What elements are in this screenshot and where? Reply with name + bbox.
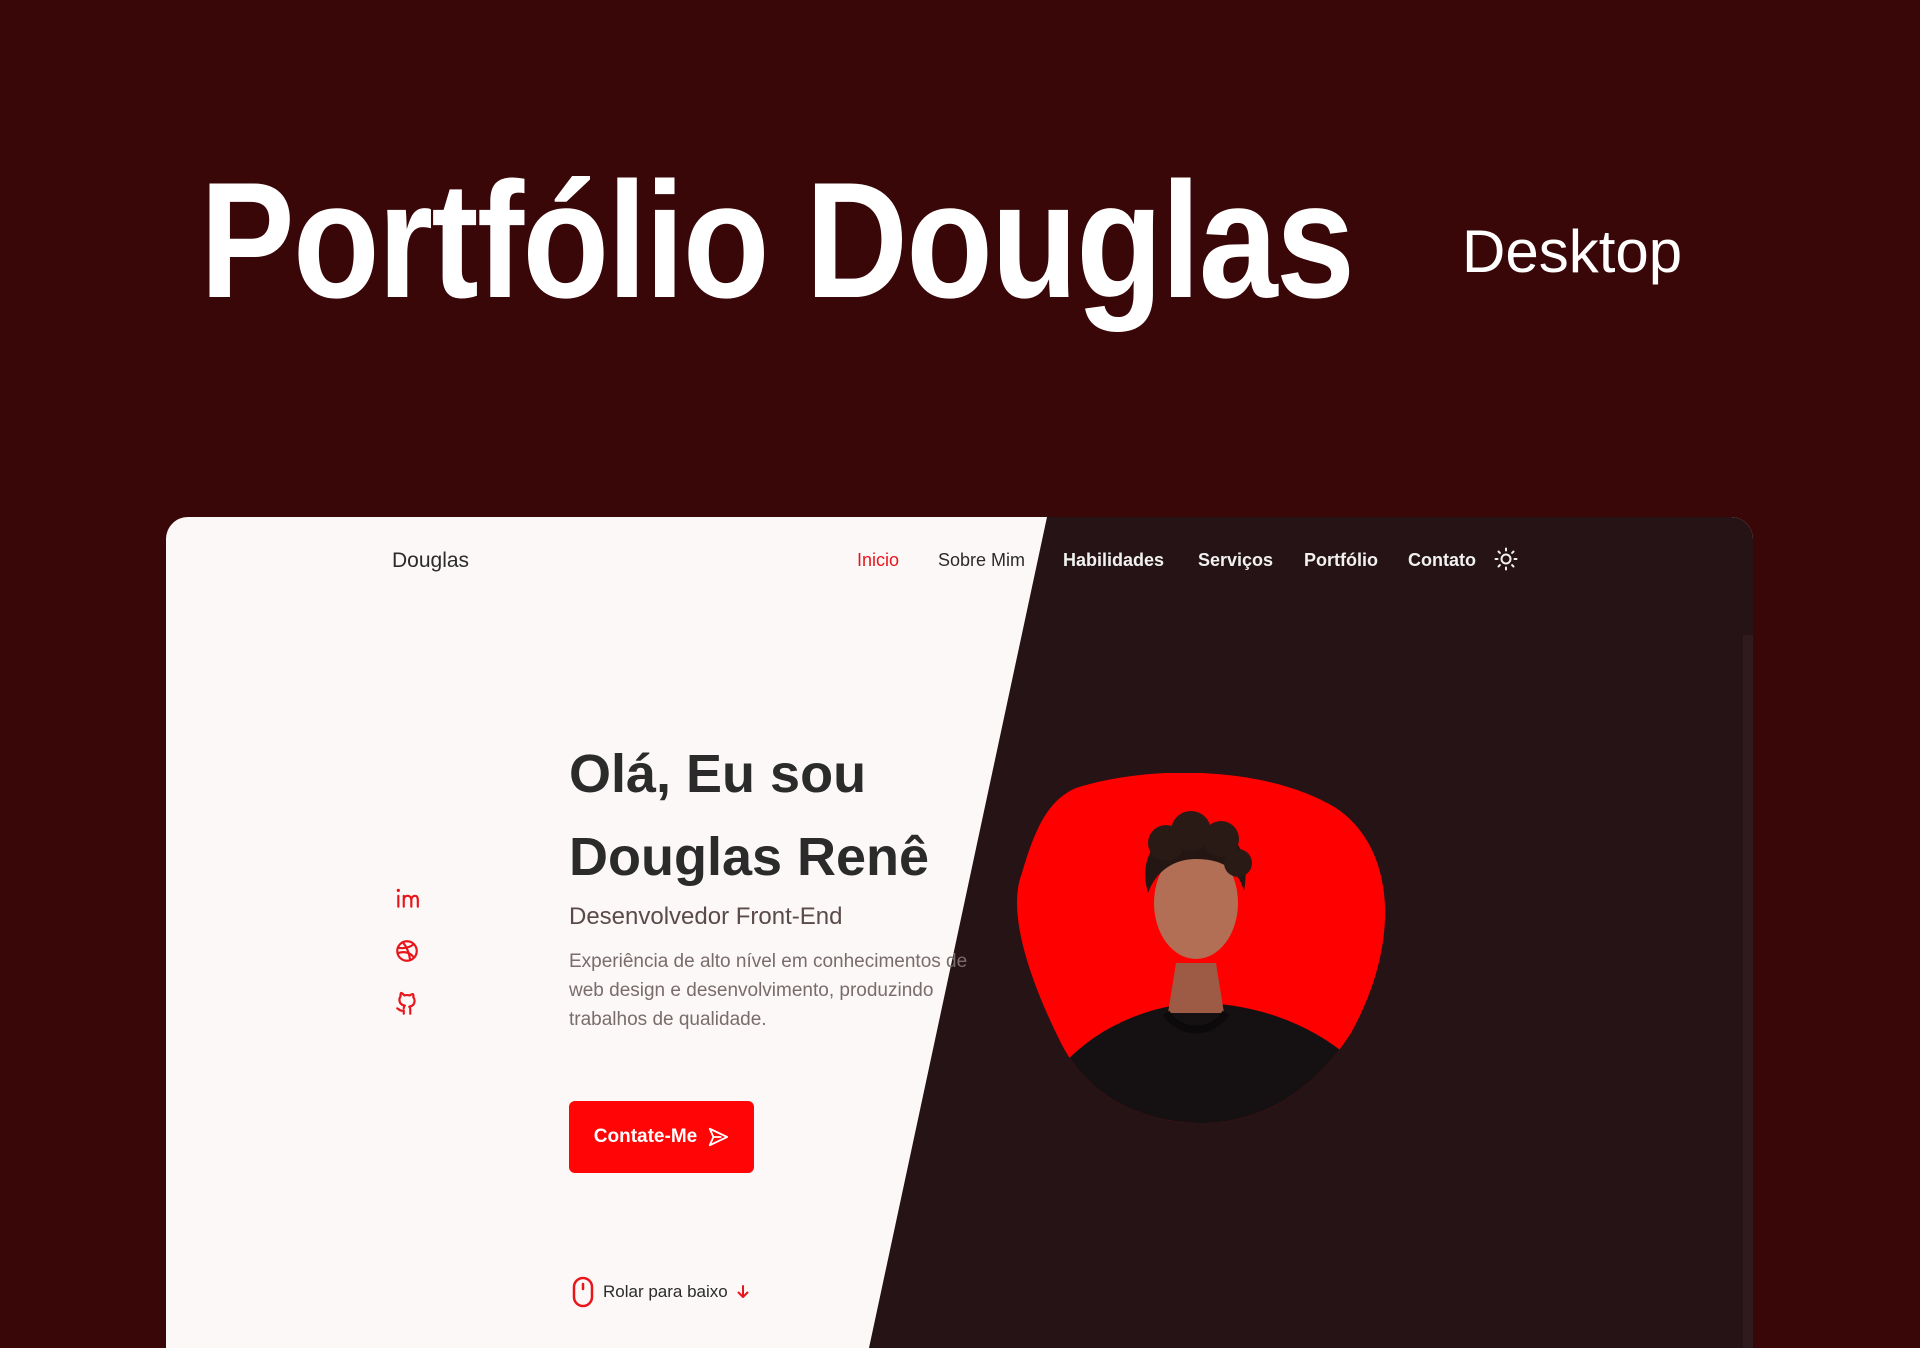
profile-photo (1017, 773, 1386, 1123)
linkedin-icon[interactable] (394, 885, 420, 911)
cta-label: Contate-Me (593, 1126, 698, 1147)
arrow-down-icon (737, 1285, 749, 1298)
home-description: Experiência de alto nível em conheciment… (569, 951, 968, 1030)
home-heading-line2: Douglas Renê (569, 827, 930, 887)
scroll-down-link[interactable]: Rolar para baixo (571, 1276, 750, 1308)
home-subtitle: Desenvolvedor Front-End (569, 903, 843, 930)
contact-me-button[interactable]: Contate-Me (569, 1101, 754, 1173)
github-icon[interactable] (394, 991, 420, 1017)
mouse-icon (572, 1276, 594, 1308)
home-heading-line1: Olá, Eu sou (569, 744, 867, 804)
scroll-down-label: Rolar para baixo (603, 1282, 728, 1301)
cover-subtitle: Desktop (1462, 218, 1683, 285)
cover-title: Portfólio Douglas (200, 148, 1355, 332)
sun-icon[interactable] (1494, 547, 1518, 571)
scrollbar-track[interactable] (1743, 635, 1753, 1348)
nav-item-portfolio[interactable]: Portfólio (1304, 550, 1378, 571)
nav-item-habilidades[interactable]: Habilidades (1063, 550, 1164, 571)
send-icon (709, 1127, 729, 1147)
website-preview: Douglas Inicio Sobre Mim Habilidades Ser… (166, 517, 1753, 1348)
nav-item-servicos[interactable]: Serviços (1198, 550, 1273, 571)
nav-item-contato[interactable]: Contato (1408, 550, 1476, 571)
nav-item-inicio[interactable]: Inicio (857, 550, 899, 571)
social-links (394, 885, 424, 1044)
nav-item-sobre-mim[interactable]: Sobre Mim (938, 550, 1025, 571)
dribbble-icon[interactable] (394, 938, 420, 964)
